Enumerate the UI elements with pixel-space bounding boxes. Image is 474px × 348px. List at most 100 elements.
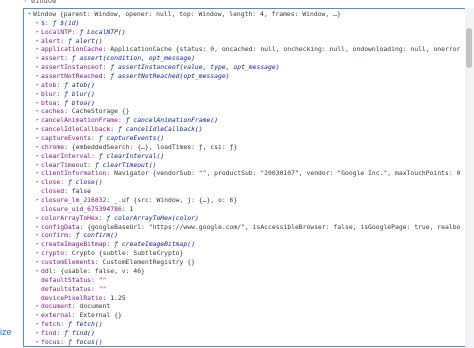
scrollbar-thumb[interactable]	[466, 28, 472, 68]
expand-triangle-icon[interactable]: ▸	[34, 90, 41, 99]
expand-triangle-icon[interactable]: ▸	[34, 54, 41, 63]
expand-triangle-icon[interactable]: ▸	[34, 267, 41, 276]
property-key: fetch	[41, 320, 61, 329]
property-row[interactable]: ▸ blur: ƒ blur()	[24, 90, 460, 99]
property-row[interactable]: ▸ crypto: Crypto {subtle: SubtleCrypto}	[24, 249, 460, 258]
key-separator: :	[64, 142, 72, 151]
key-separator: :	[110, 125, 118, 134]
key-separator: :	[60, 337, 68, 346]
expand-triangle-icon[interactable]: ▸	[34, 249, 41, 258]
property-row[interactable]: ▸ external: External {}	[24, 311, 460, 320]
property-value: ""	[98, 284, 107, 293]
property-row[interactable]: ▸ clearInterval: ƒ clearInterval()	[24, 152, 460, 161]
expand-triangle-icon[interactable]: ▸	[34, 134, 41, 143]
property-value: CustomElementRegistry {}	[102, 258, 195, 267]
property-row[interactable]: ▸ confirm: ƒ confirm()	[24, 231, 460, 240]
expand-triangle-icon[interactable]: ▸	[34, 28, 41, 37]
property-value: {googleBaseUrl: "https://www.google.com/…	[87, 222, 460, 231]
key-separator: :	[44, 18, 53, 27]
property-row[interactable]: ▸ cancelAnimationFrame: ƒ cancelAnimation…	[24, 116, 460, 125]
expand-triangle-icon[interactable]: ▸	[34, 338, 41, 346]
property-key: defaultstatus	[41, 284, 92, 293]
property-row[interactable]: ▸ colorArrayToHex: ƒ colorArrayToHex(colo…	[24, 214, 460, 223]
expand-triangle-icon[interactable]: ▸	[34, 240, 41, 249]
property-row[interactable]: ▸ cancelIdleCallback: ƒ cancelIdleCallbac…	[24, 125, 460, 134]
property-key: clearTimeout	[41, 160, 88, 169]
property-row[interactable]: ▸ assert: ƒ assert(condition, opt_message…	[24, 54, 460, 63]
property-row[interactable]: ▸ close: ƒ close()	[24, 178, 460, 187]
property-row[interactable]: ▸ ddl: {usable: false, v: 46}	[24, 267, 460, 276]
expand-triangle-icon[interactable]: ▸	[34, 99, 41, 108]
key-separator: :	[56, 89, 65, 98]
property-row[interactable]: ▸ customElements: CustomElementRegistry {…	[24, 258, 460, 267]
expand-triangle-icon[interactable]: ▸	[34, 231, 41, 240]
expand-triangle-icon[interactable]: ▸	[34, 143, 41, 152]
expand-triangle-icon[interactable]: ▸	[34, 258, 41, 267]
expand-triangle-icon[interactable]: ▸	[34, 223, 41, 232]
property-key: focus	[41, 337, 61, 346]
collapse-triangle-icon[interactable]: ▾	[26, 10, 33, 19]
expand-triangle-icon[interactable]: ▸	[34, 125, 41, 134]
property-value: ƒ confirm()	[75, 231, 118, 240]
property-row[interactable]: ▸ document: document	[24, 302, 460, 311]
expand-triangle-icon[interactable]: ▸	[34, 45, 41, 54]
property-value: false	[71, 187, 92, 196]
property-row[interactable]: ▸ captureEvents: ƒ captureEvents()	[24, 134, 460, 143]
property-row[interactable]: ▸ closure_lm_216832: _.uf {src: Window, j…	[24, 196, 460, 205]
property-row[interactable]: ▸ find: ƒ find()	[24, 329, 460, 338]
key-separator: :	[52, 266, 61, 275]
property-row[interactable]: ▸ createImageBitmap: ƒ createImageBitmap(…	[24, 240, 460, 249]
property-row[interactable]: ▸ assertNotReached: ƒ assertNotReached(op…	[24, 72, 460, 81]
property-key: find	[41, 328, 57, 337]
expand-triangle-icon[interactable]: ▸	[34, 37, 41, 46]
property-row[interactable]: ▸ btoa: ƒ btoa()	[24, 99, 460, 108]
key-separator: :	[91, 151, 99, 160]
property-key: close	[41, 178, 61, 187]
key-separator: :	[98, 213, 107, 222]
expand-triangle-icon[interactable]: ▸	[34, 169, 41, 178]
property-key: cancelIdleCallback	[41, 125, 111, 134]
console-command[interactable]: window	[31, 0, 56, 6]
expand-triangle-icon[interactable]: ▸	[34, 81, 41, 90]
expand-triangle-icon[interactable]: ▸	[34, 72, 41, 81]
property-row[interactable]: ▸ clientInformation: Navigator {vendorSub…	[24, 169, 460, 178]
property-row[interactable]: ▸ focus: ƒ focus()	[24, 337, 460, 346]
key-separator: :	[60, 36, 68, 45]
expand-triangle-icon[interactable]: ▸	[34, 19, 41, 28]
property-row[interactable]: ▸ atob: ƒ atob()	[24, 81, 460, 90]
property-row[interactable]: ▸ applicationCache: ApplicationCache {sta…	[24, 45, 460, 54]
expand-triangle-icon[interactable]: ▸	[34, 63, 41, 72]
property-row[interactable]: ▸ clearTimeout: ƒ clearTimeout()	[24, 161, 460, 170]
expand-triangle-icon[interactable]: ▸	[34, 214, 41, 223]
key-separator: :	[64, 107, 72, 116]
expand-triangle-icon[interactable]: ▸	[34, 329, 41, 338]
expand-triangle-icon[interactable]: ▸	[34, 311, 41, 320]
property-value: ƒ fetch()	[67, 320, 103, 329]
expand-triangle-icon[interactable]: ▸	[34, 302, 41, 311]
property-row[interactable]: ▸ chrome: {embeddedSearch: {…}, loadTimes…	[24, 143, 460, 152]
property-row[interactable]: ▸ LocalNTP: ƒ LocalNTP()	[24, 28, 460, 37]
expand-triangle-icon[interactable]: ▸	[34, 107, 41, 116]
expand-triangle-icon[interactable]: ▸	[34, 320, 41, 329]
property-row[interactable]: ▸ fetch: ƒ fetch()	[24, 320, 460, 329]
expand-triangle-icon[interactable]: ▸	[34, 116, 41, 125]
expand-triangle-icon[interactable]: ▸	[34, 196, 41, 205]
key-separator: :	[64, 54, 72, 63]
property-row[interactable]: ▸ caches: CacheStorage {}	[24, 107, 460, 116]
property-row[interactable]: ▸ assertInstanceof: ƒ assertInstanceof(va…	[24, 63, 460, 72]
key-separator: :	[64, 249, 72, 258]
property-row[interactable]: ▸ $: ƒ $(id)	[24, 19, 460, 28]
vertical-scrollbar[interactable]	[465, 8, 474, 348]
property-key: closure_uid_675394786	[41, 204, 122, 213]
key-separator: :	[102, 45, 111, 54]
property-key: external	[41, 311, 72, 320]
property-value: 1.25	[110, 293, 126, 302]
property-row[interactable]: ▸ alert: ƒ alert()	[24, 37, 460, 46]
expand-triangle-icon[interactable]: ▸	[34, 178, 41, 187]
property-key: assertInstanceof	[41, 63, 103, 72]
property-key: document	[41, 302, 72, 311]
tree-root-row[interactable]: ▾ Window {parent: Window, opener: null, t…	[24, 10, 460, 19]
property-row[interactable]: ▸ configData: {googleBaseUrl: "https://ww…	[24, 223, 460, 232]
expand-triangle-icon[interactable]: ▸	[34, 161, 41, 170]
expand-triangle-icon[interactable]: ▸	[34, 152, 41, 161]
